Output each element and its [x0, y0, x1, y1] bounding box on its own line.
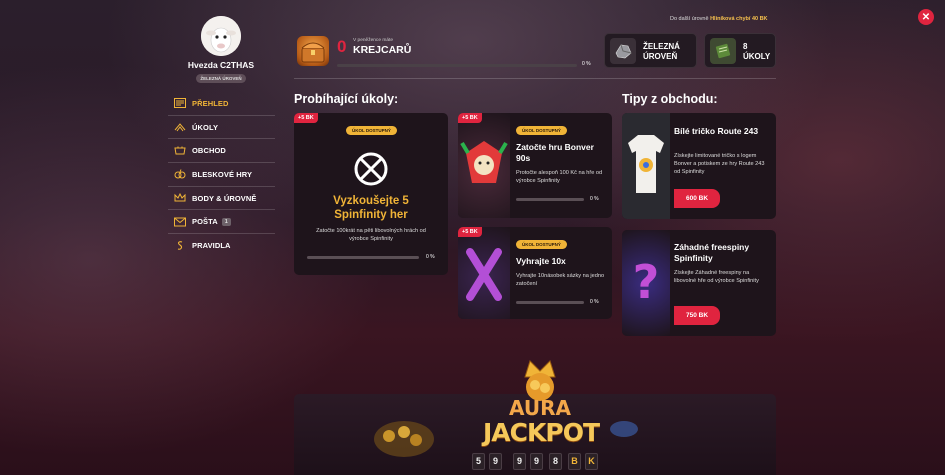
jackpot-digit: 9	[513, 453, 526, 470]
next-level-name: Hliníková	[710, 16, 735, 22]
shop-item-title: Záhadné freespiny Spinfinity	[674, 242, 750, 263]
shop-heading: Tipy z obchodu:	[622, 92, 718, 106]
wallet-progress-bar	[337, 64, 577, 67]
next-level-missing: chybí 40 BK	[736, 16, 768, 22]
task-progress-pct: 0 %	[426, 254, 435, 260]
close-button[interactable]: ✕	[918, 9, 934, 25]
next-level-info: Do další úrovně Hliníková chybí 40 BK	[670, 16, 768, 22]
sidebar-item-overview[interactable]: PŘEHLED	[168, 92, 275, 116]
wallet-caption: V peněžence máte	[353, 38, 394, 43]
sidebar-item-label: OBCHOD	[192, 146, 226, 156]
jackpot-currency: B	[568, 453, 581, 470]
task-description: Zatočte 100krát na pěti libovolných hrác…	[316, 228, 426, 242]
tasks-icon	[172, 122, 188, 132]
jackpot-digit: 9	[489, 453, 502, 470]
task-progress-bar	[516, 198, 584, 201]
task-reward-badge: +5 BK	[458, 227, 482, 237]
treasure-chest-icon	[297, 36, 329, 66]
task-title: Vyhrajte 10x	[516, 256, 566, 266]
level-card-line2: ÚROVEŇ	[643, 52, 678, 61]
task-reward-badge: +5 BK	[294, 113, 318, 123]
sidebar-item-points-levels[interactable]: BODY & ÚROVNĚ	[168, 187, 275, 211]
username: Hvezda C2THAS	[187, 60, 255, 70]
wallet-unit: KREJCARŮ	[353, 44, 412, 56]
avatar	[201, 16, 241, 56]
jackpot-currency: K	[585, 453, 598, 470]
task-reward-badge: +5 BK	[458, 113, 482, 123]
buy-button[interactable]: 600 BK	[674, 189, 721, 208]
jackpot-digit: 5	[472, 453, 485, 470]
task-status-pill: ÚKOL DOSTUPNÝ	[346, 126, 397, 135]
sidebar-item-label: POŠTA	[192, 217, 218, 227]
wallet-progress-pct: 0 %	[582, 61, 591, 67]
sidebar-item-label: PRAVIDLA	[192, 241, 231, 251]
task-description: Protočte alespoň 100 Kč na hře od výrobc…	[516, 170, 603, 184]
shop-icon	[172, 146, 188, 156]
tshirt-image	[622, 113, 670, 219]
jackpot-title-line1: AURA	[509, 396, 571, 420]
sidebar-item-label: PŘEHLED	[192, 98, 229, 108]
shop-item-title: Bílé tričko Route 243	[674, 126, 759, 136]
jackpot-digit: 9	[530, 453, 543, 470]
next-level-text: Do další úrovně	[670, 16, 709, 22]
level-card-line1: ŽELEZNÁ	[643, 42, 680, 51]
close-icon: ✕	[921, 11, 931, 23]
sidebar-item-label: BODY & ÚROVNĚ	[192, 193, 257, 203]
task-status-pill: ÚKOL DOSTUPNÝ	[516, 126, 567, 135]
divider	[294, 78, 776, 79]
sidebar-item-label: BLESKOVÉ HRY	[192, 169, 253, 179]
shop-item-card[interactable]: ? Záhadné freespiny Spinfinity Získejte …	[622, 230, 776, 336]
wallet-amount: 0	[337, 37, 347, 56]
shop-item-description: Získejte Záhadné freespiny na libovolné …	[674, 270, 759, 284]
task-progress-bar	[516, 301, 584, 304]
shop-item-description: Získejte limitované tričko s logem Bonve…	[674, 153, 765, 175]
sidebar-item-flash-games[interactable]: BLESKOVÉ HRY	[168, 163, 275, 187]
joker-game-image	[458, 113, 510, 218]
tasks-count-card[interactable]: 8 ÚKOLY	[704, 33, 776, 68]
task-title: Zatočte hru Bonver 90s	[516, 142, 594, 163]
iron-ore-icon	[610, 38, 636, 64]
scroll-icon	[710, 38, 736, 64]
svg-text:?: ?	[633, 255, 660, 309]
mail-icon	[172, 217, 188, 227]
flash-games-icon	[172, 169, 188, 179]
task-status-pill: ÚKOL DOSTUPNÝ	[516, 240, 567, 249]
buy-button[interactable]: 750 BK	[674, 306, 721, 325]
jackpot-title-line2: JACKPOT	[483, 418, 600, 447]
sidebar-item-tasks[interactable]: ÚKOLY	[168, 116, 275, 140]
task-card[interactable]: +5 BK ÚKOL DOSTUPNÝ Vyhrajte 10x Vyhrajt…	[458, 227, 612, 319]
x-symbol-game-image	[458, 227, 510, 319]
tasks-count-label: ÚKOLY	[743, 52, 771, 61]
sheep-avatar-icon	[201, 16, 241, 56]
mail-count-badge: 1	[221, 217, 231, 226]
task-card[interactable]: +5 BK ÚKOL DOSTUPNÝ Vyzkoušejte 5 Spinfi…	[294, 113, 448, 275]
spinfinity-logo-icon	[351, 149, 391, 194]
task-progress-pct: 0 %	[590, 196, 599, 202]
task-title: Vyzkoušejte 5 Spinfinity her	[333, 195, 409, 221]
overview-icon	[172, 98, 188, 109]
task-progress-bar	[307, 256, 419, 259]
shop-item-card[interactable]: Bílé tričko Route 243 Získejte limitovan…	[622, 113, 776, 219]
sidebar-item-label: ÚKOLY	[192, 122, 219, 132]
task-card[interactable]: +5 BK ÚKOL DOSTUPNÝ Zatočte hru Bonver 9…	[458, 113, 612, 218]
sidebar-nav: PŘEHLED ÚKOLY OBCHOD BLESKOVÉ HRY BODY &…	[168, 92, 275, 258]
tasks-count-value: 8	[743, 42, 748, 51]
sidebar-item-rules[interactable]: PRAVIDLA	[168, 234, 275, 258]
crown-icon	[172, 193, 188, 203]
sidebar-item-mail[interactable]: POŠTA 1	[168, 210, 275, 235]
sidebar-item-shop[interactable]: OBCHOD	[168, 139, 275, 164]
rules-icon	[172, 240, 188, 252]
level-badge: ŽELEZNÁ ÚROVEŇ	[196, 74, 246, 83]
task-description: Vyhrajte 10násobek sázky na jedno zatoče…	[516, 273, 605, 287]
jackpot-digit: 8	[549, 453, 562, 470]
level-card[interactable]: ŽELEZNÁ ÚROVEŇ	[604, 33, 697, 68]
task-progress-pct: 0 %	[590, 299, 599, 305]
tasks-heading: Probíhající úkoly:	[294, 92, 399, 106]
mystery-freespins-image: ?	[622, 230, 670, 336]
